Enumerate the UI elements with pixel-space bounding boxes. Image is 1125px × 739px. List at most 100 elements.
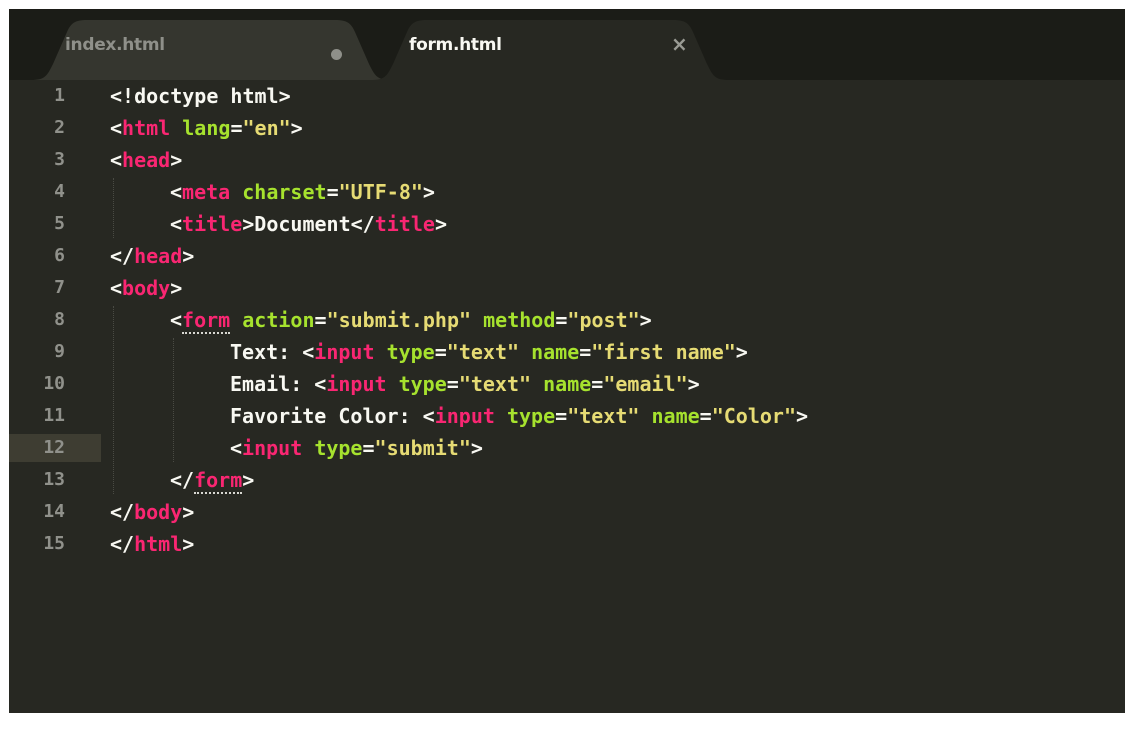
code-line[interactable]: 13 </form> xyxy=(9,464,1125,496)
code-string: "UTF-8" xyxy=(338,180,423,204)
close-tab-icon[interactable]: × xyxy=(671,32,688,56)
line-number: 3 xyxy=(54,149,65,170)
code-text: <!doctype html> xyxy=(110,84,291,108)
code-text: = xyxy=(579,340,592,364)
line-number: 10 xyxy=(43,373,65,394)
code-tag-name: meta xyxy=(182,180,231,204)
code-text: < xyxy=(110,276,123,300)
code-line[interactable]: 14 </body> xyxy=(9,496,1125,528)
code-text: > xyxy=(170,276,183,300)
code-text: Text: < xyxy=(230,340,315,364)
code-text: = xyxy=(230,116,243,140)
code-string: "post" xyxy=(567,308,640,332)
code-line[interactable]: 1 <!doctype html> xyxy=(9,80,1125,112)
code-text: = xyxy=(314,308,327,332)
line-number: 7 xyxy=(54,277,65,298)
code-text: = xyxy=(362,436,375,460)
code-line[interactable]: 4 <meta charset="UTF-8"> xyxy=(9,176,1125,208)
line-number: 2 xyxy=(54,117,65,138)
code-tag-name: body xyxy=(122,276,171,300)
code-text: > xyxy=(182,532,195,556)
code-tag-name: title xyxy=(374,212,435,236)
code-content: </body> xyxy=(110,496,194,528)
line-number: 4 xyxy=(54,181,65,202)
code-string: "Color" xyxy=(711,404,796,428)
code-content: <input type="submit"> xyxy=(230,432,483,464)
unsaved-dot-icon[interactable] xyxy=(331,49,342,60)
line-number: 14 xyxy=(43,501,65,522)
code-text: </ xyxy=(110,244,135,268)
line-number: 11 xyxy=(43,405,65,426)
code-line[interactable]: 15 </html> xyxy=(9,528,1125,560)
code-attribute: name xyxy=(543,372,592,396)
code-attribute: name xyxy=(651,404,700,428)
code-text: = xyxy=(699,404,712,428)
code-tag-name: html xyxy=(122,116,171,140)
code-editor[interactable]: 1 <!doctype html> 2 <html lang="en"> 3 <head>… xyxy=(9,80,1125,713)
line-number: 8 xyxy=(54,309,65,330)
code-content: <meta charset="UTF-8"> xyxy=(170,176,435,208)
code-tag-name: head xyxy=(122,148,171,172)
code-string: "email" xyxy=(603,372,688,396)
code-string: "text" xyxy=(567,404,640,428)
code-text: > xyxy=(687,372,700,396)
code-text: < xyxy=(110,116,123,140)
code-line[interactable]: 2 <html lang="en"> xyxy=(9,112,1125,144)
line-number: 1 xyxy=(54,85,65,106)
code-tag-name: input xyxy=(326,372,387,396)
code-content: </html> xyxy=(110,528,194,560)
code-tag-name: body xyxy=(134,500,183,524)
code-line[interactable]: 5 <title>Document</title> xyxy=(9,208,1125,240)
code-tag-name: title xyxy=(182,212,243,236)
tab-form-html[interactable]: form.html × xyxy=(371,20,729,80)
code-string: "submit" xyxy=(374,436,471,460)
code-string: "en" xyxy=(242,116,291,140)
code-tag-name: input xyxy=(434,404,495,428)
code-text: < xyxy=(170,212,183,236)
code-line[interactable]: 10 Email: <input type="text" name="email"… xyxy=(9,368,1125,400)
code-text: > xyxy=(290,116,303,140)
line-number: 15 xyxy=(43,533,65,554)
line-number: 13 xyxy=(43,469,65,490)
editor-window: index.html form.html × 1 <!doctype html> 2… xyxy=(9,9,1125,713)
code-line[interactable]: 11 Favorite Color: <input type = "text" nam… xyxy=(9,400,1125,432)
code-line[interactable]: 7 <body> xyxy=(9,272,1125,304)
code-attribute: type xyxy=(314,436,363,460)
code-text: Favorite Color: < xyxy=(230,404,435,428)
code-text: > xyxy=(470,436,483,460)
code-line[interactable]: 8 <form action="submit.php" method="post"… xyxy=(9,304,1125,336)
code-text: > xyxy=(182,244,195,268)
code-tag-name: head xyxy=(134,244,183,268)
code-line[interactable]: 12 <input type="submit"> xyxy=(9,432,1125,464)
tab-label: index.html xyxy=(65,35,165,55)
tab-label: form.html xyxy=(409,35,502,55)
code-attribute: name xyxy=(531,340,580,364)
code-string: "first name" xyxy=(591,340,736,364)
code-tag-name: form xyxy=(194,468,243,492)
code-content: <form action="submit.php" method="post"> xyxy=(170,304,652,336)
code-line[interactable]: 6 </head> xyxy=(9,240,1125,272)
code-content: </head> xyxy=(110,240,194,272)
code-line[interactable]: 3 <head> xyxy=(9,144,1125,176)
code-content: <head> xyxy=(110,144,182,176)
code-attribute: type xyxy=(506,404,556,428)
code-text: < xyxy=(110,148,123,172)
code-attribute: type xyxy=(386,340,435,364)
code-text: < xyxy=(170,308,183,332)
code-text: > xyxy=(434,212,447,236)
code-tag-name: input xyxy=(242,436,303,460)
code-text: < xyxy=(170,180,183,204)
code-attribute: type xyxy=(398,372,447,396)
code-content: <!doctype html> xyxy=(110,80,291,112)
tab-index-html[interactable]: index.html xyxy=(31,20,391,80)
code-line[interactable]: 9 Text: <input type="text" name="first na… xyxy=(9,336,1125,368)
indent-guide xyxy=(173,338,174,462)
